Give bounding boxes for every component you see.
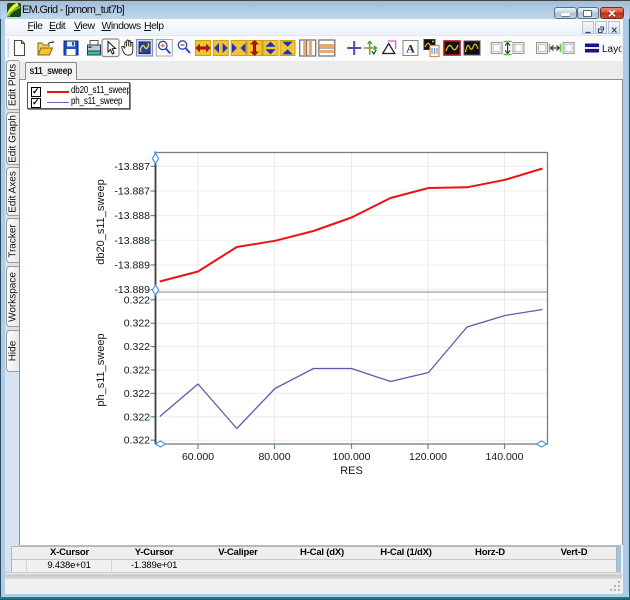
svg-text:0.322: 0.322 <box>124 365 150 377</box>
svg-text:-13.887: -13.887 <box>114 161 150 173</box>
svg-text:RES: RES <box>340 465 363 477</box>
svg-text:60.000: 60.000 <box>182 451 214 463</box>
svg-text:0.322: 0.322 <box>124 435 150 447</box>
svg-text:-13.887: -13.887 <box>114 186 150 198</box>
svg-text:0.322: 0.322 <box>124 294 150 306</box>
svg-text:ph_s11_sweep: ph_s11_sweep <box>95 333 107 406</box>
svg-text:-13.889: -13.889 <box>114 260 150 272</box>
svg-text:0.322: 0.322 <box>124 388 150 400</box>
svg-text:140.000: 140.000 <box>486 451 524 463</box>
svg-text:100.000: 100.000 <box>333 451 371 463</box>
svg-text:0.322: 0.322 <box>124 411 150 423</box>
svg-text:-13.888: -13.888 <box>114 235 150 247</box>
svg-text:-13.888: -13.888 <box>114 210 150 222</box>
svg-text:db20_s11_sweep: db20_s11_sweep <box>95 179 107 264</box>
svg-text:0.322: 0.322 <box>124 318 150 330</box>
svg-text:80.000: 80.000 <box>258 451 290 463</box>
svg-text:0.322: 0.322 <box>124 341 150 353</box>
svg-text:120.000: 120.000 <box>409 451 447 463</box>
